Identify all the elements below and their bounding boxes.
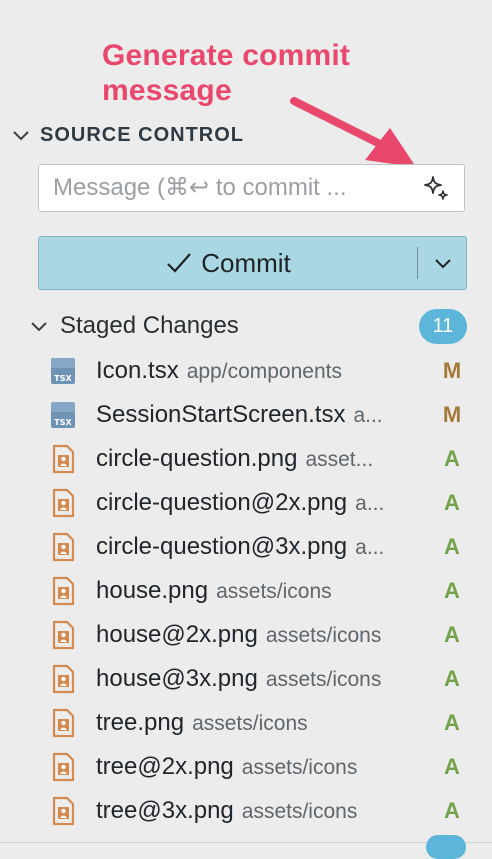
file-status-badge: A [444,754,460,779]
file-path: app/components [186,360,342,383]
file-text: tree@3x.png assets/icons [96,797,436,825]
file-status-badge: M [442,358,462,383]
file-text: tree@2x.png assets/icons [96,753,436,781]
file-text: circle-question@3x.png a... [96,533,436,561]
file-text: house@2x.png assets/icons [96,621,436,649]
file-text: circle-question@2x.png a... [96,489,436,517]
file-name: house@3x.png [96,665,258,692]
source-control-header[interactable]: SOURCE CONTROL [10,120,244,150]
image-file-icon [52,532,75,562]
image-file-icon [52,708,75,738]
file-row[interactable]: house@3x.png assets/icons A [48,659,472,699]
staged-count-badge: 11 [419,309,467,344]
commit-button[interactable]: Commit [39,237,417,289]
file-path: assets/icons [241,800,358,823]
file-status-badge: A [444,622,460,647]
file-status-badge: A [444,446,460,471]
file-path: assets/icons [265,624,382,647]
file-name: Icon.tsx [96,357,179,384]
file-status-badge: A [444,490,460,515]
file-row[interactable]: house.png assets/icons A [48,571,472,611]
file-text: Icon.tsx app/components [96,357,436,385]
staged-changes-header[interactable]: Staged Changes [28,308,472,344]
file-path: a... [353,404,383,427]
file-path: a... [355,492,385,515]
file-status-badge: A [444,798,460,823]
file-name: tree@2x.png [96,753,234,780]
file-name: tree@3x.png [96,797,234,824]
commit-options-dropdown[interactable] [419,237,466,289]
section-divider [0,842,492,843]
image-file-icon [52,752,75,782]
image-file-icon [52,664,75,694]
file-name: circle-question@2x.png [96,489,348,516]
file-text: house@3x.png assets/icons [96,665,436,693]
file-row[interactable]: circle-question@3x.png a... A [48,527,472,567]
file-row[interactable]: house@2x.png assets/icons A [48,615,472,655]
file-path: assets/icons [265,668,382,691]
file-row[interactable]: TSX Icon.tsx app/components M [48,351,472,391]
file-status-badge: M [442,402,462,427]
commit-button-group: Commit [38,236,467,290]
file-row[interactable]: tree.png assets/icons A [48,703,472,743]
file-row[interactable]: tree@3x.png assets/icons A [48,791,472,831]
file-row[interactable]: circle-question.png asset... A [48,439,472,479]
file-text: house.png assets/icons [96,577,436,605]
chevron-down-icon [434,259,451,269]
file-text: circle-question.png asset... [96,445,436,473]
file-status-badge: A [444,534,460,559]
file-path: assets/icons [216,580,332,603]
image-file-icon [52,796,75,826]
panel-title: SOURCE CONTROL [40,123,244,146]
file-row[interactable]: TSX SessionStartScreen.tsx a... M [48,395,472,435]
svg-text:TSX: TSX [54,374,72,383]
file-name: circle-question.png [96,445,298,472]
file-path: asset... [305,448,374,471]
commit-message-box[interactable] [38,164,465,212]
image-file-icon [52,444,75,474]
staged-changes-label: Staged Changes [60,312,239,339]
next-section-badge [426,835,466,859]
file-path: assets/icons [241,756,358,779]
image-file-icon [52,620,75,650]
file-status-badge: A [444,578,460,603]
image-file-icon [52,576,75,606]
file-text: SessionStartScreen.tsx a... [96,401,436,429]
file-path: a... [355,536,385,559]
image-file-icon [52,488,75,518]
file-row[interactable]: tree@2x.png assets/icons A [48,747,472,787]
file-name: circle-question@3x.png [96,533,348,560]
chevron-down-icon [31,322,47,332]
file-row[interactable]: circle-question@2x.png a... A [48,483,472,523]
file-text: tree.png assets/icons [96,709,436,737]
check-icon [167,253,192,273]
commit-message-input[interactable] [53,165,393,211]
file-name: tree.png [96,709,185,736]
sparkle-icon[interactable] [421,174,451,204]
file-path: assets/icons [192,712,308,735]
svg-text:TSX: TSX [54,418,72,427]
file-status-badge: A [444,710,460,735]
file-name: house@2x.png [96,621,258,648]
commit-button-label: Commit [201,247,291,278]
tsx-file-icon: TSX [51,358,75,384]
file-name: SessionStartScreen.tsx [96,401,346,428]
file-status-badge: A [444,666,460,691]
file-name: house.png [96,577,209,604]
chevron-down-icon [13,131,29,141]
tsx-file-icon: TSX [51,402,75,428]
commit-divider [417,247,418,279]
